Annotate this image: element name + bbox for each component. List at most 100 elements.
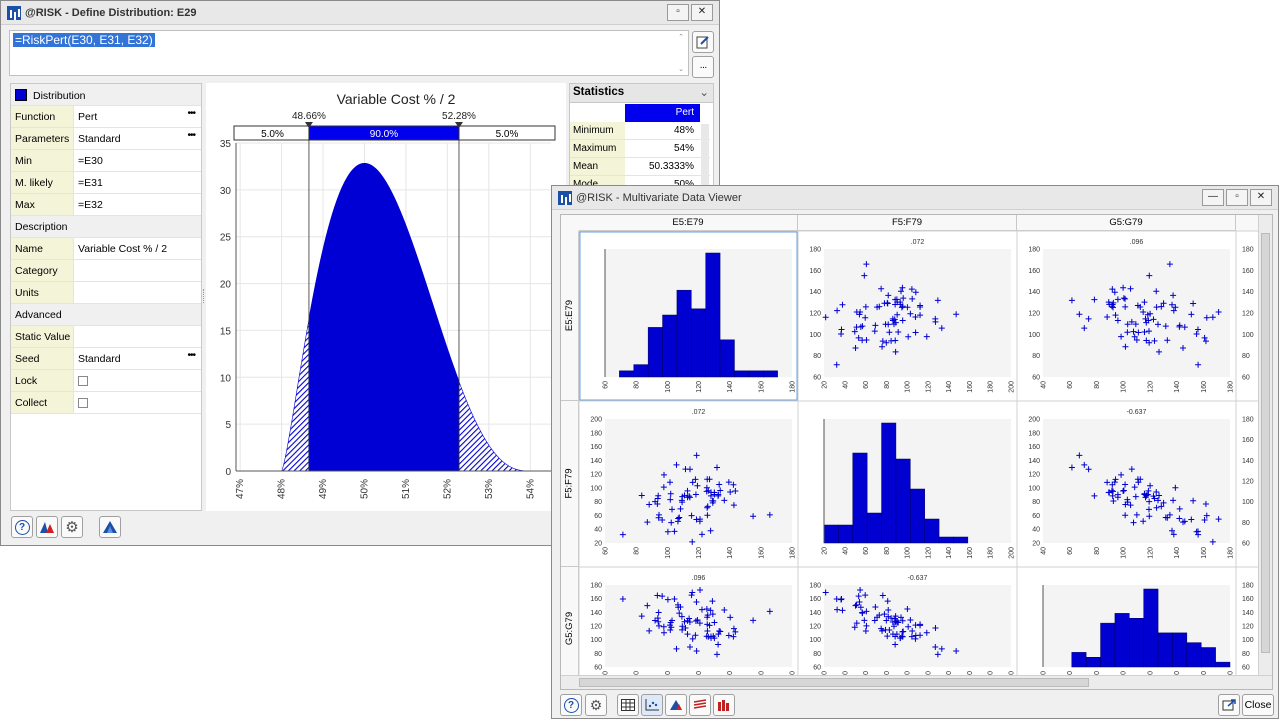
y-tick-label: 160	[590, 596, 602, 603]
minimize-button[interactable]: —	[1202, 189, 1224, 206]
scroll-up-icon[interactable]: ⌃	[678, 33, 684, 41]
row-max[interactable]: Max =E32	[11, 194, 201, 216]
settings-button[interactable]: ⚙	[61, 516, 83, 538]
stats-scrollbar[interactable]	[701, 124, 709, 192]
y-tick-label: 180	[590, 430, 602, 437]
y-tick-label: 100	[1242, 499, 1254, 506]
tail-left-area	[281, 319, 310, 472]
close-button[interactable]: Close	[1242, 694, 1274, 716]
y-tick-label: 20	[1032, 541, 1040, 548]
scatter-matrix[interactable]: 60 80 100 120 140 160 180.07260801001201401601…	[561, 215, 1273, 690]
x-tick-label: 180	[790, 547, 797, 559]
x-tick-label: 53%	[484, 479, 495, 499]
statistics-header[interactable]: Statistics ⌄	[570, 84, 713, 103]
close-button[interactable]: ✕	[691, 4, 713, 21]
row-units[interactable]: Units	[11, 282, 201, 304]
close-window-button[interactable]: ✕	[1250, 189, 1272, 206]
bars-compare-icon	[718, 700, 729, 711]
y-tick-label: 40	[594, 527, 602, 534]
table-view-button[interactable]	[617, 694, 639, 716]
x-tick-label: 20	[822, 381, 829, 389]
x-tick-label: 100	[1121, 547, 1128, 559]
y-tick-label: 160	[590, 444, 602, 451]
stat-row: Mean 50.3333%	[570, 158, 710, 176]
y-tick-label: 60	[1242, 665, 1250, 672]
row-collect[interactable]: Collect	[11, 392, 201, 414]
row-function[interactable]: Function Pert •••	[11, 106, 201, 128]
parameters-options-button[interactable]: •••	[187, 130, 195, 141]
histogram-bar	[1100, 622, 1116, 668]
y-tick-label: 180	[1242, 247, 1254, 254]
y-tick-label: 160	[1028, 444, 1040, 451]
histogram-bar	[838, 524, 854, 544]
lock-checkbox[interactable]	[78, 376, 88, 386]
y-tick-label: 180	[1028, 247, 1040, 254]
horizontal-scrollbar[interactable]	[561, 675, 1272, 689]
x-tick-label: 100	[905, 547, 912, 559]
distribution-header: Distribution	[11, 84, 201, 106]
distribution-chart-area: Variable Cost % / 2 0 5 10 15 20 25 30 35 47% 48%…	[206, 83, 566, 511]
correlation-label: -0.637	[1127, 409, 1147, 416]
stats-column-header: Pert	[625, 104, 700, 122]
export-button[interactable]	[1218, 694, 1240, 716]
y-tick-label: 80	[1032, 499, 1040, 506]
distribution-color-swatch[interactable]	[15, 89, 27, 101]
maximize-button[interactable]: ▫	[1226, 189, 1248, 206]
x-tick-label: 120	[925, 381, 932, 393]
y-tick-label: 140	[809, 289, 821, 296]
x-tick-label: 160	[758, 547, 765, 559]
collect-checkbox[interactable]	[78, 398, 88, 408]
y-tick-label: 160	[1242, 596, 1254, 603]
function-options-button[interactable]: •••	[187, 108, 195, 119]
scroll-down-icon[interactable]: ⌄	[678, 65, 684, 73]
row-category[interactable]: Category	[11, 260, 201, 282]
edit-formula-button[interactable]	[692, 31, 714, 53]
distribution-view-button[interactable]	[665, 694, 687, 716]
y-tick-label: 200	[1028, 417, 1040, 424]
x-tick-label: 180	[1228, 547, 1235, 559]
plot-background	[605, 585, 792, 667]
maximize-button[interactable]: ▫	[667, 4, 689, 21]
histogram-bar	[1143, 588, 1159, 668]
row-static-value[interactable]: Static Value	[11, 326, 201, 348]
x-tick-label: 140	[946, 547, 953, 559]
seed-options-button[interactable]: •••	[187, 350, 195, 361]
window-title: @RISK - Define Distribution: E29	[25, 6, 197, 19]
overlay-view-button[interactable]	[689, 694, 711, 716]
y-tick-label: 140	[809, 610, 821, 617]
y-tick-label: 20	[220, 280, 232, 291]
grid-table-icon	[621, 699, 635, 711]
y-tick-label: 60	[1032, 375, 1040, 382]
scatter-view-button[interactable]	[641, 694, 663, 716]
chevron-down-icon[interactable]: ⌄	[699, 85, 709, 99]
row-min[interactable]: Min =E30	[11, 150, 201, 172]
compare-view-button[interactable]	[713, 694, 735, 716]
row-lock[interactable]: Lock	[11, 370, 201, 392]
histogram-cell: 20 40 60 80 100 120 140 160 180 200	[797, 400, 1018, 568]
x-tick-label: 140	[727, 381, 734, 393]
y-tick-label: 80	[1242, 651, 1250, 658]
scatter-cell: -0.6372040608010012014016018020040 60 80 10…	[1016, 400, 1237, 568]
fit-distribution-button[interactable]	[36, 516, 58, 538]
formula-text[interactable]: =RiskPert(E30, E31, E32)	[13, 33, 155, 47]
y-tick-label: 30	[220, 186, 232, 197]
vertical-scrollbar[interactable]	[1258, 215, 1272, 675]
y-tick-label: 180	[1242, 583, 1254, 590]
band-left-label: 5.0%	[261, 129, 284, 140]
plot-background	[824, 249, 1011, 377]
histogram-bar	[633, 364, 649, 378]
row-seed[interactable]: Seed Standard •••	[11, 348, 201, 370]
more-options-button[interactable]: ···	[692, 56, 714, 78]
help-button[interactable]: ?	[560, 694, 582, 716]
distribution-chart: Variable Cost % / 2 0 5 10 15 20 25 30 35 47% 48%…	[220, 91, 556, 499]
tail-right-area	[458, 381, 531, 472]
settings-button[interactable]: ⚙	[585, 694, 607, 716]
x-tick-label: 160	[1201, 547, 1208, 559]
help-button[interactable]: ?	[11, 516, 33, 538]
x-tick-label: 180	[1228, 381, 1235, 393]
row-name[interactable]: Name Variable Cost % / 2	[11, 238, 201, 260]
formula-box[interactable]: =RiskPert(E30, E31, E32) ⌃ ⌄	[9, 30, 689, 76]
graph-type-button[interactable]	[99, 516, 121, 538]
row-most-likely[interactable]: M. likely =E31	[11, 172, 201, 194]
row-parameters[interactable]: Parameters Standard •••	[11, 128, 201, 150]
